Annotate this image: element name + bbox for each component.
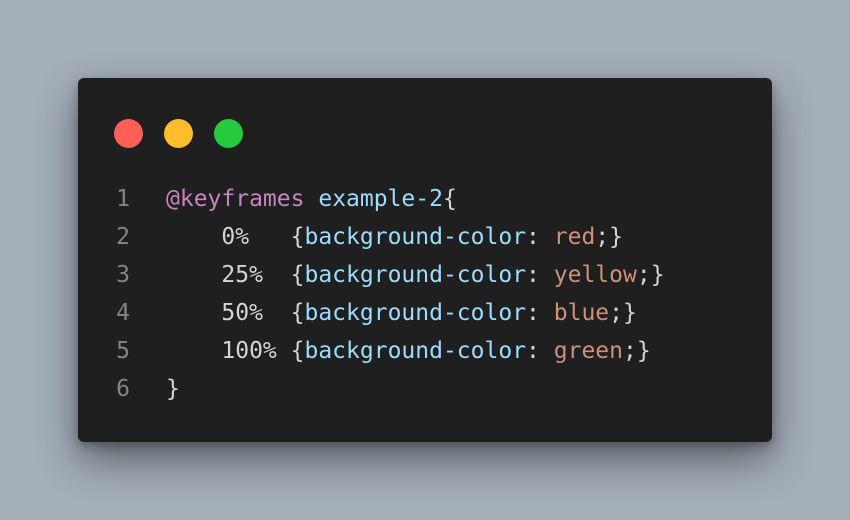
code-token: background-color (304, 300, 527, 326)
minimize-dot-icon[interactable] (164, 119, 193, 148)
code-line: 4 50% {background-color: blue;} (78, 294, 665, 332)
code-token: ;} (636, 262, 665, 288)
code-token: 0% (166, 224, 291, 250)
code-token: { (442, 186, 457, 212)
code-token: { (290, 338, 305, 364)
code-token: 100% (166, 338, 291, 364)
code-window: 1 @keyframes example-2{2 0% {background-c… (78, 78, 772, 442)
code-token: yellow (553, 262, 637, 288)
code-token: : (526, 262, 554, 288)
code-content: } (166, 370, 180, 408)
code-line: 6} (78, 370, 665, 408)
code-content: 25% {background-color: yellow;} (166, 256, 665, 294)
close-dot-icon[interactable] (114, 119, 143, 148)
line-number: 1 (116, 186, 130, 212)
code-token: ;} (609, 300, 637, 326)
code-token: 50% (166, 300, 291, 326)
line-number: 2 (116, 224, 130, 250)
code-token: background-color (304, 262, 527, 288)
code-block: 1 @keyframes example-2{2 0% {background-c… (78, 180, 665, 408)
code-token: @keyframes (166, 186, 305, 212)
code-token: : (526, 338, 554, 364)
code-content: 50% {background-color: blue;} (166, 294, 637, 332)
line-number: 6 (116, 376, 130, 402)
code-content: 100% {background-color: green;} (166, 332, 651, 370)
code-token: { (290, 262, 305, 288)
code-token: : (526, 224, 554, 250)
code-token: background-color (304, 338, 527, 364)
code-line: 3 25% {background-color: yellow;} (78, 256, 665, 294)
code-token: ;} (595, 224, 623, 250)
code-token: blue (553, 300, 610, 326)
code-token: 25% (166, 262, 291, 288)
code-line: 2 0% {background-color: red;} (78, 218, 665, 256)
code-token: ;} (623, 338, 651, 364)
code-token: : (526, 300, 554, 326)
code-token: red (553, 224, 596, 250)
line-number: 3 (116, 262, 130, 288)
maximize-dot-icon[interactable] (214, 119, 243, 148)
code-token: green (553, 338, 623, 364)
code-token: example-2 (318, 186, 443, 212)
line-number: 4 (116, 300, 130, 326)
code-line: 5 100% {background-color: green;} (78, 332, 665, 370)
code-content: 0% {background-color: red;} (166, 218, 623, 256)
code-token: background-color (304, 224, 527, 250)
code-token: } (166, 376, 180, 402)
code-line: 1 @keyframes example-2{ (78, 180, 665, 218)
code-token: { (290, 224, 305, 250)
line-number: 5 (116, 338, 130, 364)
window-controls (114, 119, 243, 148)
code-token: { (290, 300, 305, 326)
code-content: @keyframes example-2{ (166, 180, 457, 218)
